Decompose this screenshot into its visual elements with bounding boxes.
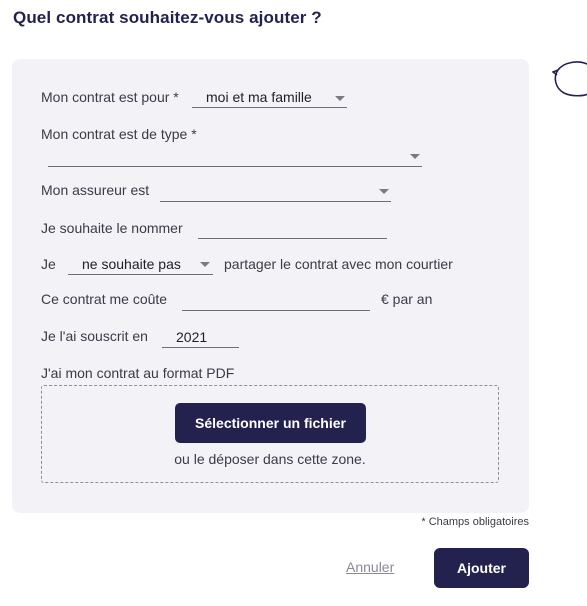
add-contract-screen: Quel contrat souhaitez-vous ajouter ? Mo… [0, 0, 587, 606]
share-value: ne souhaite pas [82, 256, 181, 272]
share-suffix-label: partager le contrat avec mon courtier [224, 256, 453, 272]
share-prefix-label: Je [41, 256, 56, 272]
chevron-down-icon [335, 96, 345, 101]
chat-bubble-icon[interactable] [552, 58, 587, 98]
cost-input[interactable] [182, 291, 370, 311]
contract-type-label: Mon contrat est de type * [41, 126, 197, 142]
cancel-button[interactable]: Annuler [346, 559, 394, 575]
cost-label: Ce contrat me coûte [41, 291, 168, 307]
share-select[interactable]: ne souhaite pas [68, 255, 213, 275]
chevron-down-icon [410, 154, 420, 159]
contract-for-value: moi et ma famille [206, 89, 312, 105]
insurer-label: Mon assureur est [41, 182, 150, 198]
subscribed-year-input[interactable]: 2021 [162, 328, 239, 348]
chevron-down-icon [200, 262, 210, 267]
contract-name-input[interactable] [198, 219, 387, 239]
contract-name-label: Je souhaite le nommer [41, 220, 183, 236]
contract-type-select[interactable] [48, 147, 422, 167]
subscribed-year-value: 2021 [176, 329, 208, 345]
subscribed-label: Je l'ai souscrit en [41, 328, 148, 344]
add-button[interactable]: Ajouter [434, 548, 529, 588]
drop-hint: ou le déposer dans cette zone. [174, 451, 366, 467]
cost-suffix-label: € par an [381, 291, 433, 307]
pdf-label: J'ai mon contrat au format PDF [41, 365, 235, 381]
page-title: Quel contrat souhaitez-vous ajouter ? [13, 8, 322, 27]
contract-for-label: Mon contrat est pour * [41, 89, 179, 105]
contract-for-select[interactable]: moi et ma famille [192, 88, 347, 108]
chevron-down-icon [379, 189, 389, 194]
file-dropzone[interactable]: Sélectionner un fichier ou le déposer da… [41, 385, 499, 483]
select-file-button[interactable]: Sélectionner un fichier [175, 403, 366, 443]
required-fields-note: * Champs obligatoires [421, 516, 529, 528]
insurer-select[interactable] [160, 182, 391, 202]
